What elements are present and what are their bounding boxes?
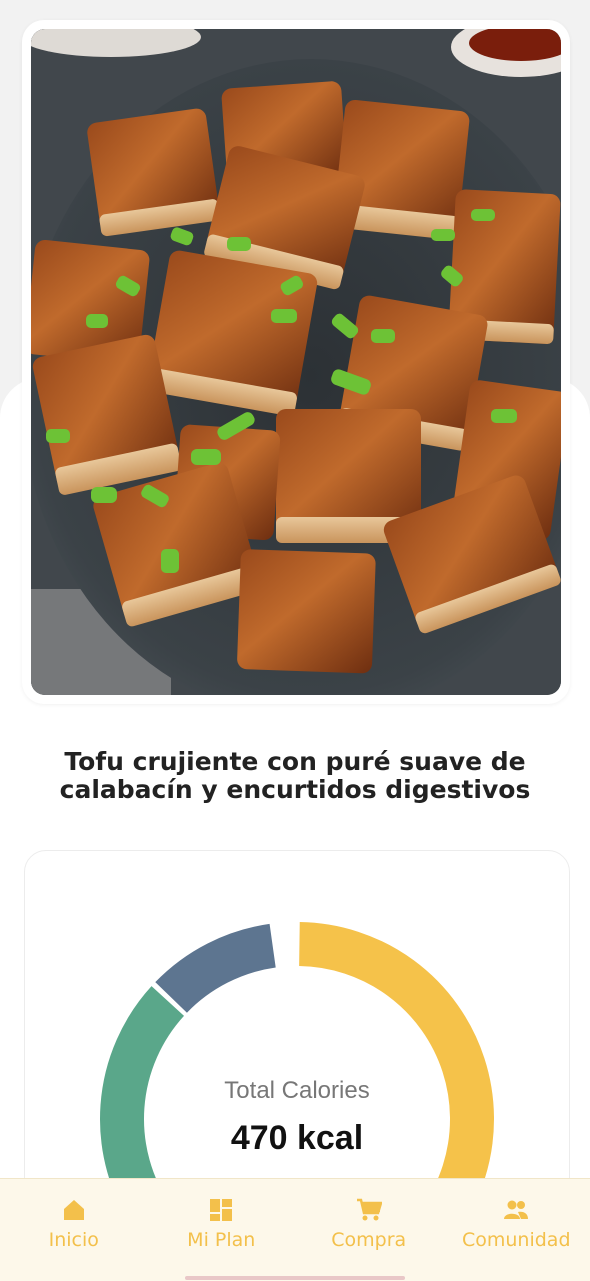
nav-item-comunidad[interactable]: Comunidad <box>443 1179 590 1281</box>
total-calories-label: Total Calories <box>25 1077 569 1105</box>
nav-label-comunidad: Comunidad <box>462 1229 571 1251</box>
home-icon <box>61 1197 87 1223</box>
home-indicator <box>185 1276 405 1280</box>
nav-label-compra: Compra <box>331 1229 406 1251</box>
recipe-image <box>31 29 561 695</box>
donut-segment-slate <box>171 946 273 998</box>
cart-icon <box>356 1197 382 1223</box>
people-icon <box>503 1197 529 1223</box>
nav-label-mi-plan: Mi Plan <box>187 1229 255 1251</box>
nav-label-inicio: Inicio <box>49 1229 99 1251</box>
grid-icon <box>208 1197 234 1223</box>
nav-item-mi-plan[interactable]: Mi Plan <box>148 1179 296 1281</box>
nav-item-compra[interactable]: Compra <box>295 1179 443 1281</box>
recipe-image-card <box>22 20 570 704</box>
tofu-photo <box>31 29 561 695</box>
nav-item-inicio[interactable]: Inicio <box>0 1179 148 1281</box>
total-calories-value: 470 kcal <box>25 1119 569 1158</box>
recipe-title: Tofu crujiente con puré suave de calabac… <box>40 748 550 804</box>
bottom-navigation: Inicio Mi Plan Compra Comunidad <box>0 1178 590 1281</box>
